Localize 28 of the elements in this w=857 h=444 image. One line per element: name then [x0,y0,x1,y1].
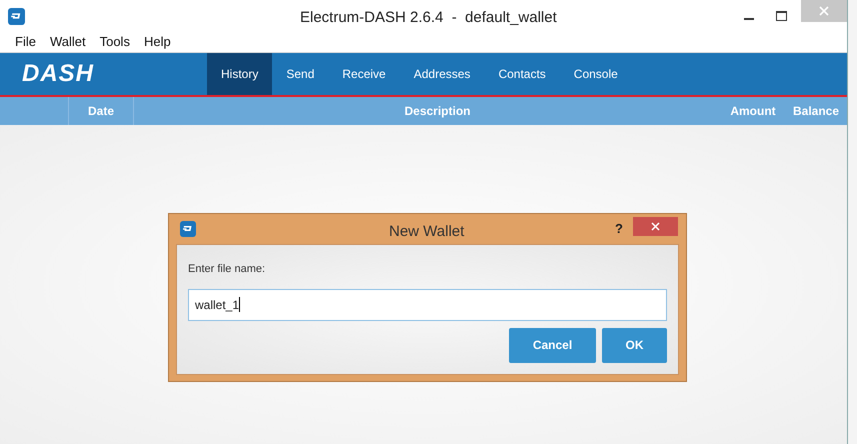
column-header[interactable]: Amount [721,102,785,120]
app-icon [8,8,25,24]
close-button[interactable] [633,217,678,236]
window-title: Electrum-DASH 2.6.4 - default_wallet [300,8,557,28]
menu-item[interactable]: File [15,32,36,52]
tab[interactable]: Addresses [400,53,484,95]
help-button[interactable]: ? [615,219,623,239]
close-icon [819,6,829,16]
close-icon [651,222,660,231]
field-label: Enter file name: [188,262,266,277]
file-name-field[interactable]: wallet_1 [188,288,667,320]
ok-button[interactable]: OK [602,328,667,362]
menu-item[interactable]: Tools [100,32,130,52]
tab[interactable]: Send [272,53,328,95]
column-header[interactable]: Description [134,102,721,120]
maximize-icon[interactable] [776,11,787,21]
menu-item[interactable]: Wallet [50,32,86,52]
column-header[interactable]: Date [69,102,133,120]
menu-item[interactable]: Help [144,32,171,52]
tab[interactable]: Console [560,53,632,95]
tab[interactable]: Receive [328,53,400,95]
dialog-title: New Wallet [389,222,464,242]
tab[interactable]: Contacts [484,53,560,95]
cancel-button[interactable]: Cancel [509,328,596,362]
tab[interactable]: History [207,53,272,95]
dialog-icon [180,221,196,237]
column-header[interactable]: Balance [785,102,847,120]
dash-logo: DASH [21,59,96,89]
